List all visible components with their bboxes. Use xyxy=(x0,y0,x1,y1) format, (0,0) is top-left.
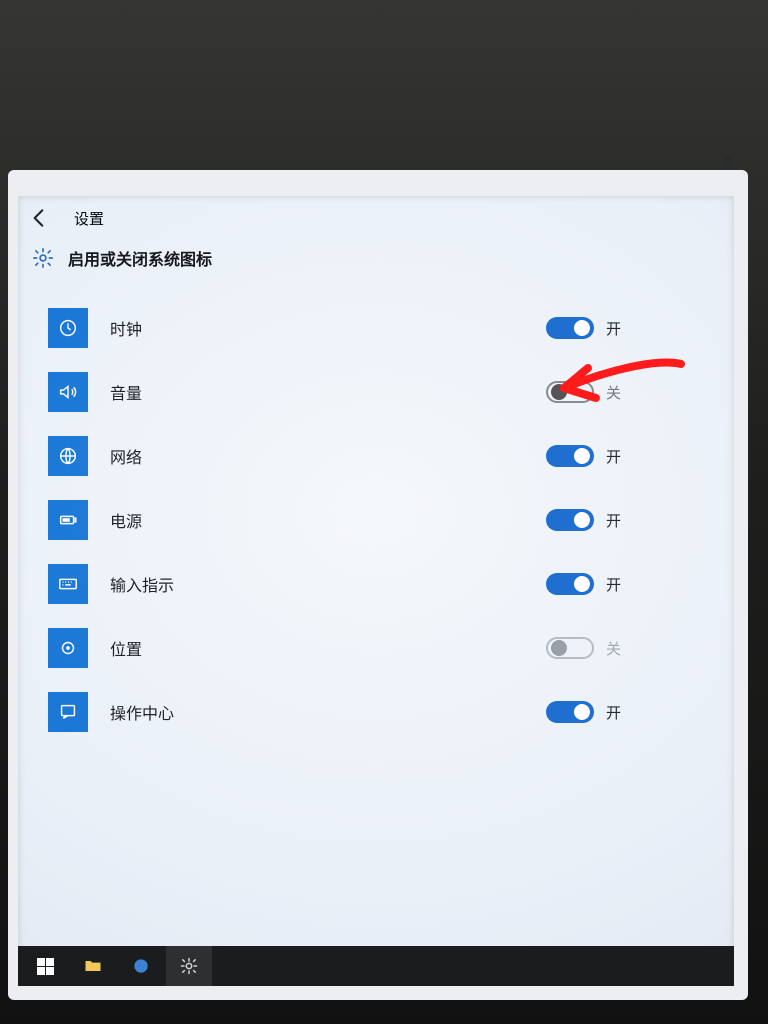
row-label: 音量 xyxy=(110,380,230,404)
toggle-state: 开 xyxy=(606,702,621,723)
edge-icon xyxy=(131,956,151,976)
toggle-state: 关 xyxy=(606,382,621,403)
back-button[interactable] xyxy=(26,205,52,231)
keyboard-icon xyxy=(48,564,88,604)
photo-frame: 设置 启用或关闭系统图标 时钟 开 xyxy=(0,0,768,1024)
volume-icon xyxy=(48,372,88,412)
toggle-network[interactable] xyxy=(546,445,594,467)
toggle-action-center[interactable] xyxy=(546,701,594,723)
row-label: 时钟 xyxy=(110,316,230,340)
battery-icon xyxy=(48,500,88,540)
location-icon xyxy=(48,628,88,668)
app-title: 设置 xyxy=(74,208,104,229)
row-network: 网络 开 xyxy=(48,424,716,488)
settings-gear-icon xyxy=(32,247,54,269)
page-title-row: 启用或关闭系统图标 xyxy=(18,240,734,290)
toggle-volume[interactable] xyxy=(546,381,594,403)
toggle-location xyxy=(546,637,594,659)
taskbar-settings[interactable] xyxy=(166,946,212,986)
toggle-clock[interactable] xyxy=(546,317,594,339)
toggle-state: 关 xyxy=(606,638,621,659)
toggle-state: 开 xyxy=(606,574,621,595)
folder-icon xyxy=(83,956,103,976)
toggle-power[interactable] xyxy=(546,509,594,531)
row-label: 网络 xyxy=(110,444,230,468)
taskbar-edge[interactable] xyxy=(118,946,164,986)
toggle-state: 开 xyxy=(606,446,621,467)
title-bar: 设置 xyxy=(18,196,734,240)
screen: 设置 启用或关闭系统图标 时钟 开 xyxy=(18,196,734,986)
row-power: 电源 开 xyxy=(48,488,716,552)
arrow-left-icon xyxy=(26,205,52,231)
row-label: 操作中心 xyxy=(110,700,230,724)
row-action-center: 操作中心 开 xyxy=(48,680,716,744)
clock-icon xyxy=(48,308,88,348)
toggle-state: 开 xyxy=(606,318,621,339)
row-volume: 音量 关 xyxy=(48,360,716,424)
row-clock: 时钟 开 xyxy=(48,296,716,360)
action-center-icon xyxy=(48,692,88,732)
laptop-camera xyxy=(722,156,734,168)
taskbar xyxy=(18,946,734,986)
gear-icon xyxy=(179,956,199,976)
taskbar-file-explorer[interactable] xyxy=(70,946,116,986)
page-title: 启用或关闭系统图标 xyxy=(68,246,212,270)
row-label: 电源 xyxy=(110,508,230,532)
network-icon xyxy=(48,436,88,476)
row-input-indicator: 输入指示 开 xyxy=(48,552,716,616)
row-label: 输入指示 xyxy=(110,572,230,596)
row-label: 位置 xyxy=(110,636,230,660)
toggle-state: 开 xyxy=(606,510,621,531)
icon-toggle-list: 时钟 开 音量 关 xyxy=(18,290,734,744)
toggle-input[interactable] xyxy=(546,573,594,595)
windows-logo-icon xyxy=(37,958,54,975)
row-location: 位置 关 xyxy=(48,616,716,680)
start-button[interactable] xyxy=(22,946,68,986)
